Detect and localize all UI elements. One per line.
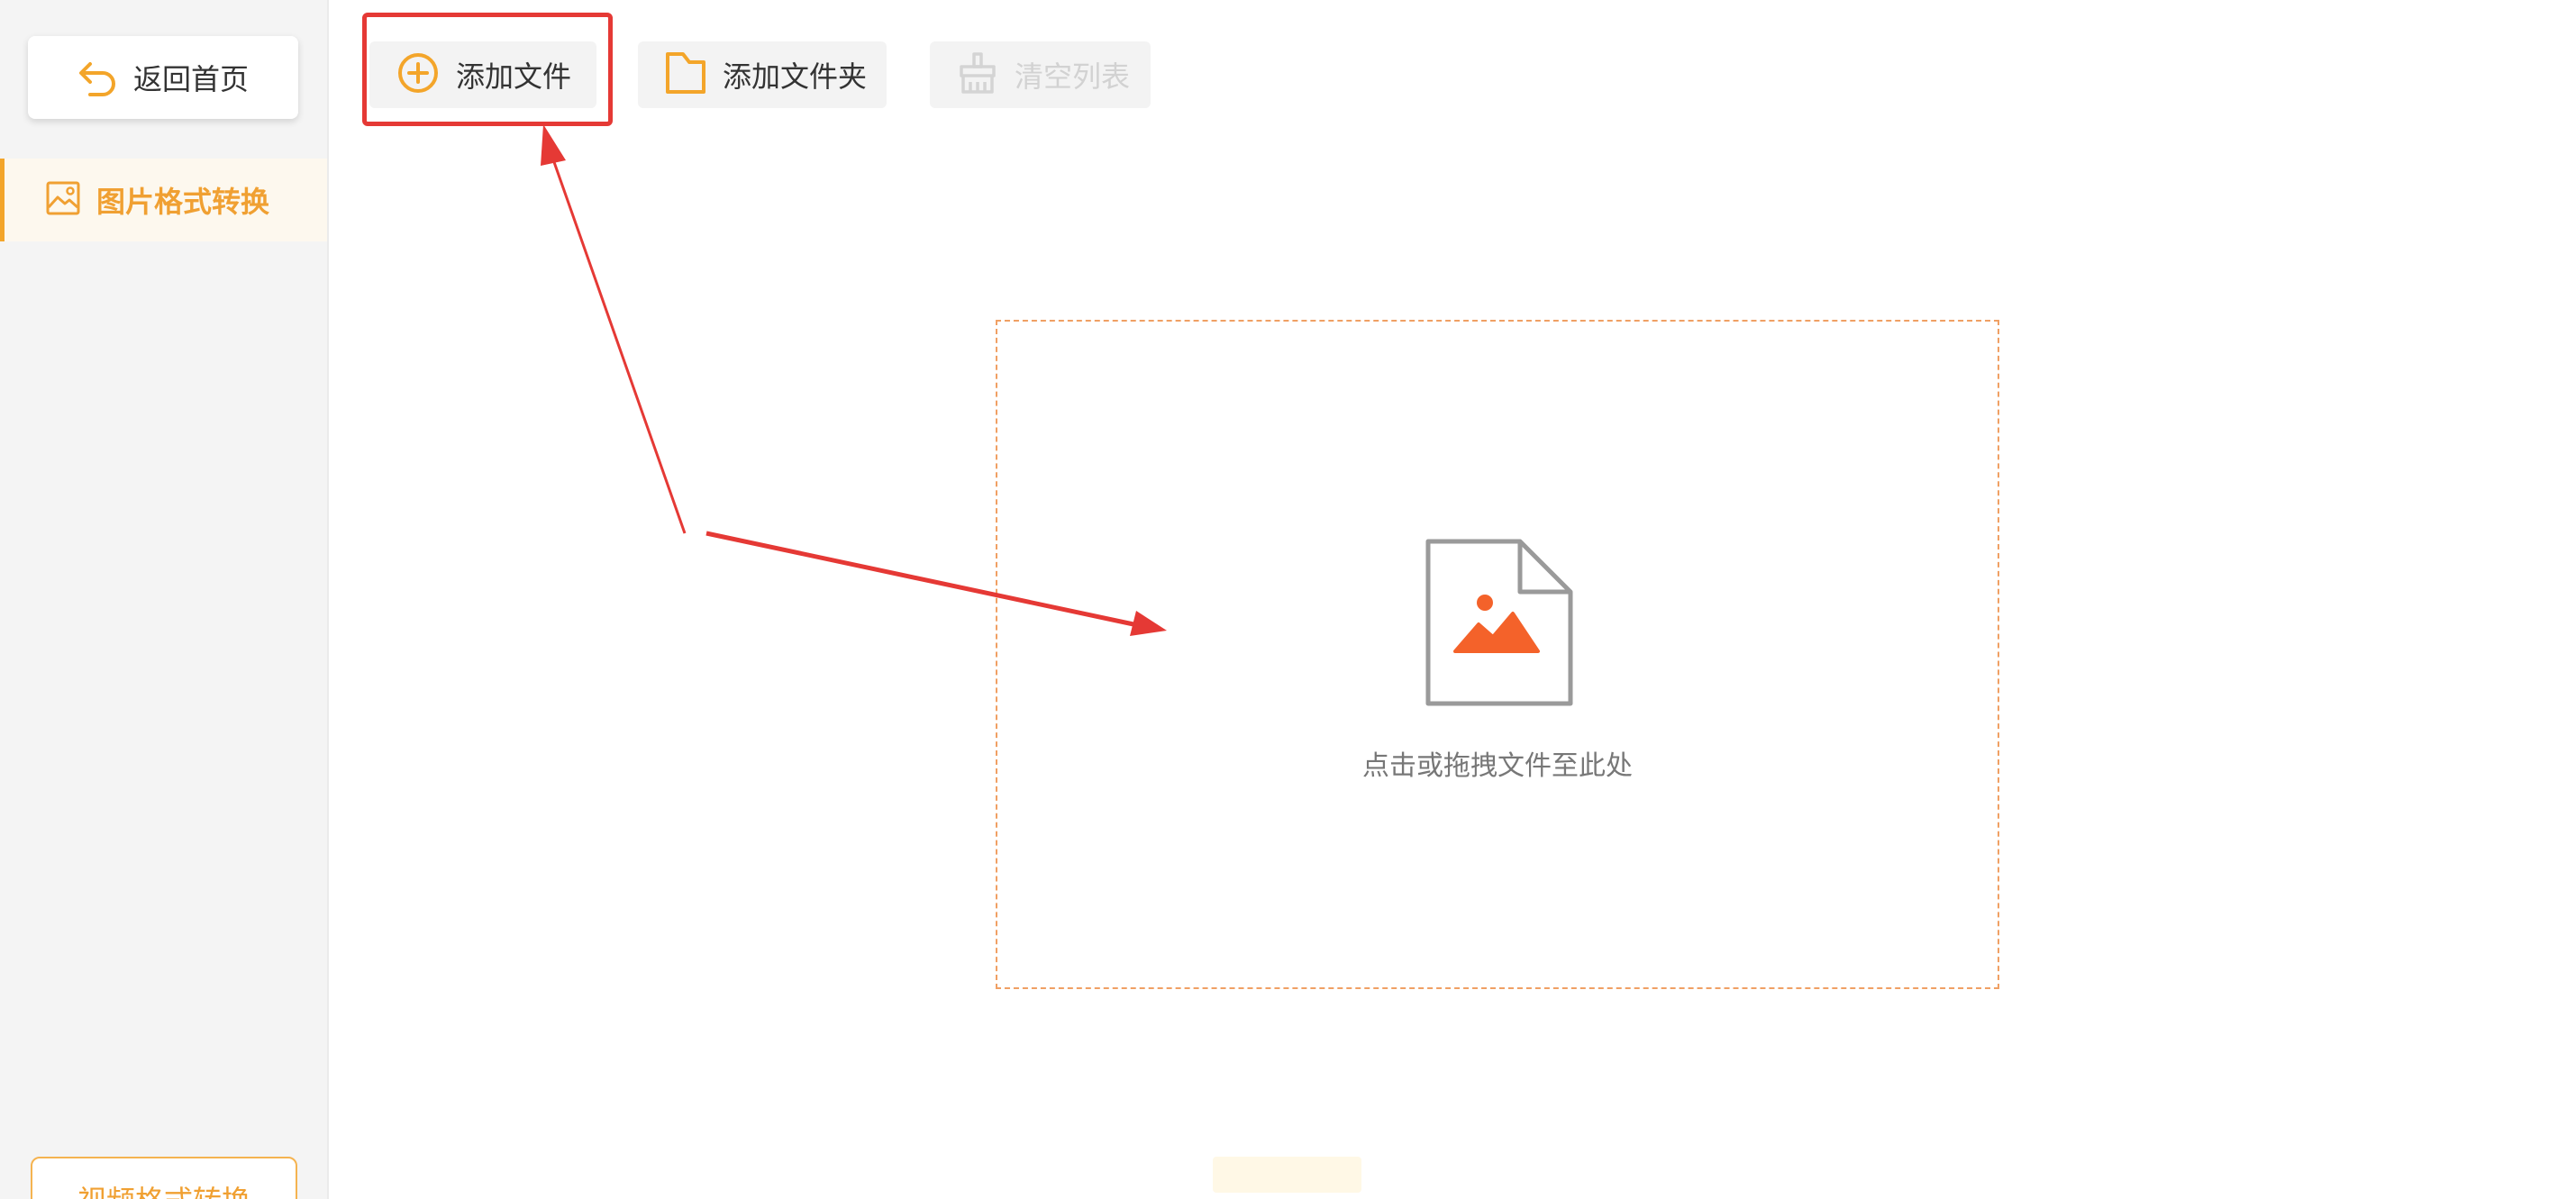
faint-bottom-element [1213,1157,1361,1193]
clear-list-label: 清空列表 [1015,59,1131,94]
app-window: 返回首页 图片格式转换 视频格式转换 添加文件 [0,0,2576,1199]
arrow-to-add-file-line [552,161,687,534]
arrow-to-add-file-head [541,124,566,166]
clear-list-button[interactable]: 清空列表 [930,41,1151,108]
sidebar: 返回首页 图片格式转换 视频格式转换 [0,0,329,1199]
drop-zone-hint: 点击或拖拽文件至此处 [1362,750,1633,782]
back-arrow-icon [77,59,119,96]
back-home-button[interactable]: 返回首页 [28,36,298,119]
broom-icon [957,51,998,98]
video-format-convert-label: 视频格式转换 [77,1178,250,1199]
file-drop-zone[interactable]: 点击或拖拽文件至此处 [996,320,1999,989]
image-icon [46,181,80,219]
sidebar-item-image-format-convert[interactable]: 图片格式转换 [0,159,327,241]
video-format-convert-button[interactable]: 视频格式转换 [31,1157,297,1199]
folder-icon [665,50,706,99]
image-file-icon [1423,536,1576,713]
sidebar-item-label: 图片格式转换 [96,185,270,219]
annotation-highlight-box [362,13,613,126]
add-folder-button[interactable]: 添加文件夹 [638,41,887,108]
add-folder-label: 添加文件夹 [723,59,868,94]
back-home-label: 返回首页 [132,62,249,96]
